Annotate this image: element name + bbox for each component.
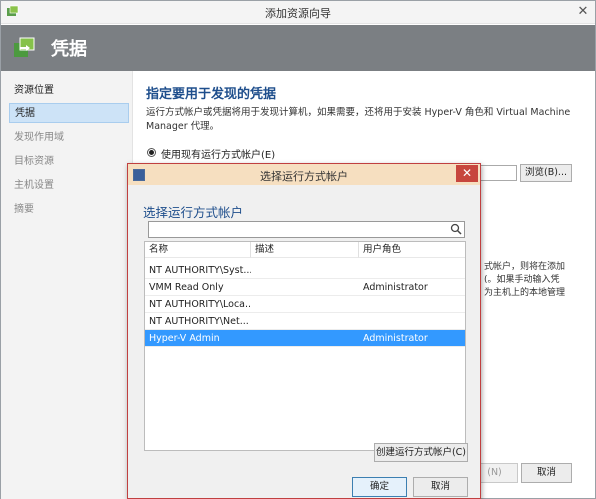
cell-description [251,330,359,347]
title-bar: 添加资源向导 ✕ [1,1,595,24]
cell-role [359,313,465,330]
dialog-title-bar: 选择运行方式帐户 ✕ [128,164,480,185]
cell-description [251,262,359,279]
table-row-selected[interactable]: Hyper-V Admin Administrator [145,330,465,347]
obscured-text: 式帐户，则将在添加 [484,262,566,272]
cell-name: NT AUTHORITY\Net... [149,316,249,327]
radio-selected-dot [149,150,154,155]
search-icon[interactable] [450,223,463,236]
dialog-cancel-button[interactable]: 取消 [413,477,468,497]
cell-description [251,313,359,330]
select-runas-dialog: 选择运行方式帐户 ✕ 选择运行方式帐户 名称 描述 用户角色 NT AUTHOR… [127,163,481,499]
nav-item-discovery-scope[interactable]: 发现作用域 [9,128,129,148]
nav-item-summary[interactable]: 摘要 [9,200,129,220]
dialog-title: 选择运行方式帐户 [260,170,348,183]
column-header-user-role[interactable]: 用户角色 [359,242,465,258]
cell-name: NT AUTHORITY\Syst... [149,265,251,276]
accounts-table: 名称 描述 用户角色 NT AUTHORITY\Syst... VMM Read… [144,241,466,451]
obscured-text: (。如果手动输入凭 [484,275,560,285]
cell-role [359,262,465,279]
dialog-close-icon[interactable]: ✕ [456,165,478,182]
existing-account-label[interactable]: 使用现有运行方式帐户(E) [161,146,275,161]
close-icon[interactable]: ✕ [574,4,592,20]
cell-name: NT AUTHORITY\Loca... [149,299,251,310]
dialog-heading: 选择运行方式帐户 [143,205,244,220]
credentials-icon [14,37,35,57]
table-row[interactable]: VMM Read Only Administrator [145,279,465,296]
page-title: 凭据 [51,39,87,60]
nav-item-target-resources[interactable]: 目标资源 [9,152,129,172]
column-header-name[interactable]: 名称 [145,242,251,258]
browse-button[interactable]: 浏览(B)... [520,164,572,182]
nav-item-host-settings[interactable]: 主机设置 [9,176,129,196]
section-heading: 指定要用于发现的凭据 [146,87,277,102]
table-row[interactable]: NT AUTHORITY\Net... [145,313,465,330]
window-title: 添加资源向导 [265,7,331,20]
create-runas-account-button[interactable]: 创建运行方式帐户(C) [374,443,468,462]
account-field[interactable] [479,165,517,181]
column-header-description[interactable]: 描述 [251,242,359,258]
table-row[interactable]: NT AUTHORITY\Loca... [145,296,465,313]
description-line: Manager 代理。 [146,121,220,132]
ok-button[interactable]: 确定 [352,477,407,497]
nav-item-credentials[interactable]: 凭据 [9,103,129,123]
cell-role: Administrator [363,333,428,344]
obscured-text: 为主机上的本地管理 [484,288,566,298]
cell-name: Hyper-V Admin [149,333,220,344]
nav-item-resource-location[interactable]: 资源位置 [9,81,129,101]
cell-description [251,279,359,296]
search-input[interactable] [148,221,465,238]
section-description: 运行方式帐户或凭据将用于发现计算机，如果需要，还将用于安装 Hyper-V 角色… [146,106,576,134]
cell-name: VMM Read Only [149,282,224,293]
wizard-nav: 资源位置 凭据 发现作用域 目标资源 主机设置 摘要 [1,71,133,499]
table-row[interactable]: NT AUTHORITY\Syst... [145,262,465,279]
description-line: 运行方式帐户或凭据将用于发现计算机，如果需要，还将用于安装 Hyper-V 角色… [146,107,571,118]
cell-description [251,296,359,313]
wizard-cancel-button[interactable]: 取消 [521,463,572,483]
wizard-header: 凭据 [1,25,595,71]
cell-role: Administrator [363,282,428,293]
cell-role [359,296,465,313]
